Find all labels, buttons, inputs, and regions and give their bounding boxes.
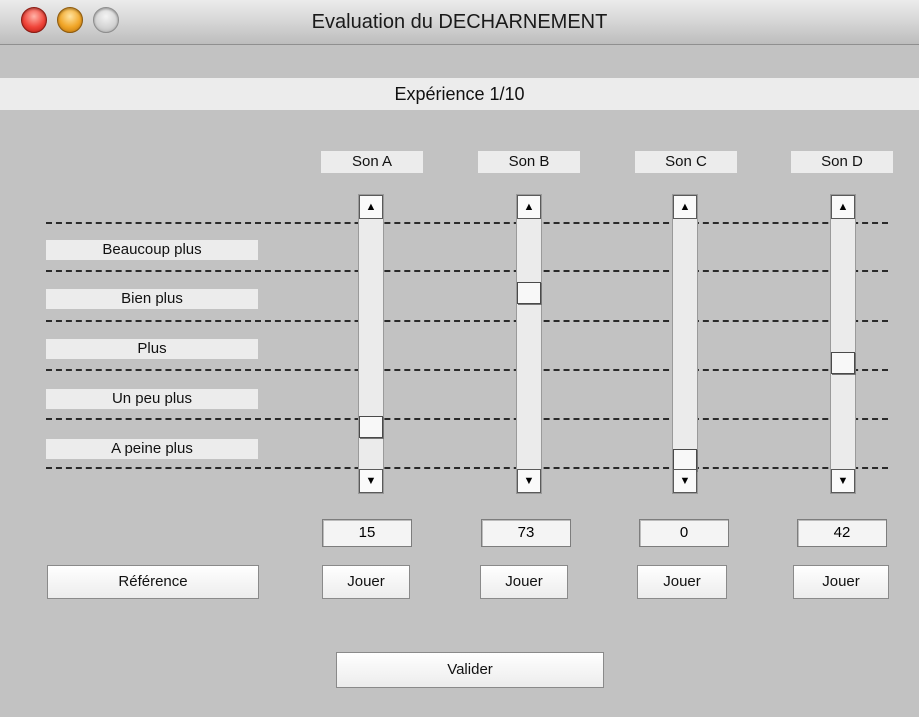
title-bar: Evaluation du DECHARNEMENT — [0, 0, 919, 45]
sound-a-slider-thumb[interactable] — [359, 416, 383, 438]
sound-b-slider[interactable]: ▲ ▼ — [516, 194, 542, 494]
window-title: Evaluation du DECHARNEMENT — [311, 11, 608, 33]
sound-d-play-button[interactable]: Jouer — [793, 565, 889, 599]
sound-c-down-arrow-icon[interactable]: ▼ — [673, 469, 697, 493]
sound-a-down-arrow-icon[interactable]: ▼ — [359, 469, 383, 493]
scale-line — [46, 222, 888, 224]
sound-c-slider[interactable]: ▲ ▼ — [672, 194, 698, 494]
sound-a-slider[interactable]: ▲ ▼ — [358, 194, 384, 494]
sound-d-slider-thumb[interactable] — [831, 352, 855, 374]
sound-c-slider-thumb[interactable] — [673, 449, 697, 471]
level-label-a-peine-plus: A peine plus — [46, 439, 258, 459]
validate-button[interactable]: Valider — [336, 652, 604, 688]
scale-line — [46, 369, 888, 371]
sound-b-play-button[interactable]: Jouer — [480, 565, 568, 599]
sound-d-slider[interactable]: ▲ ▼ — [830, 194, 856, 494]
sound-c-up-arrow-icon[interactable]: ▲ — [673, 195, 697, 219]
sound-c-header: Son C — [635, 151, 737, 173]
sound-d-value-field[interactable]: 42 — [797, 519, 887, 547]
sound-b-slider-thumb[interactable] — [517, 282, 541, 304]
level-label-bien-plus: Bien plus — [46, 289, 258, 309]
sound-b-up-arrow-icon[interactable]: ▲ — [517, 195, 541, 219]
sound-a-play-button[interactable]: Jouer — [322, 565, 410, 599]
scale-line — [46, 418, 888, 420]
scale-line — [46, 270, 888, 272]
level-label-beaucoup-plus: Beaucoup plus — [46, 240, 258, 260]
sound-c-value-field[interactable]: 0 — [639, 519, 729, 547]
sound-a-up-arrow-icon[interactable]: ▲ — [359, 195, 383, 219]
scale-line — [46, 320, 888, 322]
level-label-plus: Plus — [46, 339, 258, 359]
sound-c-play-button[interactable]: Jouer — [637, 565, 727, 599]
sound-d-header: Son D — [791, 151, 893, 173]
sound-a-value-field[interactable]: 15 — [322, 519, 412, 547]
sound-b-down-arrow-icon[interactable]: ▼ — [517, 469, 541, 493]
reference-button[interactable]: Référence — [47, 565, 259, 599]
sound-b-value-field[interactable]: 73 — [481, 519, 571, 547]
sound-a-header: Son A — [321, 151, 423, 173]
sound-b-header: Son B — [478, 151, 580, 173]
scale-line — [46, 467, 888, 469]
sound-d-down-arrow-icon[interactable]: ▼ — [831, 469, 855, 493]
experience-banner: Expérience 1/10 — [0, 78, 919, 110]
sound-d-up-arrow-icon[interactable]: ▲ — [831, 195, 855, 219]
level-label-un-peu-plus: Un peu plus — [46, 389, 258, 409]
